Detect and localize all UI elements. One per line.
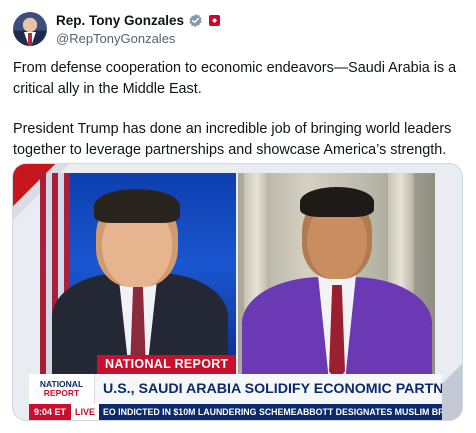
news-ticker: 9:04 ET LIVE EO INDICTED IN $10M LAUNDER… xyxy=(29,404,442,420)
logo-text-line-2: REPORT xyxy=(43,388,80,398)
network-logo: NATIONAL REPORT xyxy=(29,374,95,404)
broadcast-time: 9:04 ET xyxy=(29,404,72,420)
avatar-tie xyxy=(28,33,32,46)
news-lower-third: NATIONAL REPORT NATIONAL REPORT U.S., SA… xyxy=(13,355,462,420)
anchor-video-panel xyxy=(40,173,236,377)
author-display-name[interactable]: Rep. Tony Gonzales xyxy=(56,13,184,28)
tweet-paragraph: President Trump has done an incredible j… xyxy=(13,121,452,158)
headline-chyron: U.S., SAUDI ARABIA SOLIDIFY ECONOMIC PAR… xyxy=(95,374,442,404)
guest-hair xyxy=(300,187,374,217)
guest-video-panel xyxy=(238,173,435,377)
author-handle[interactable]: @RepTonyGonzales xyxy=(56,31,175,46)
author-name-row: Rep. Tony Gonzales xyxy=(56,13,221,28)
verified-badge-icon xyxy=(189,13,202,28)
author-avatar[interactable] xyxy=(13,12,47,46)
tweet-header: Rep. Tony Gonzales @RepTonyGonzales xyxy=(13,12,463,48)
live-badge: LIVE xyxy=(71,404,100,420)
ticker-item: ABBOTT DESIGNATES MUSLIM BROTHERHOO xyxy=(296,407,442,417)
anchor-hair xyxy=(94,189,180,223)
tweet-paragraph: From defense cooperation to economic end… xyxy=(13,60,457,97)
video-media[interactable]: NATIONAL REPORT NATIONAL REPORT U.S., SA… xyxy=(12,163,463,421)
ticker-item: EO INDICTED IN $10M LAUNDERING SCHEME xyxy=(103,407,297,417)
government-flag-icon xyxy=(209,15,221,26)
segment-label: NATIONAL REPORT xyxy=(97,355,237,374)
tweet-body: From defense cooperation to economic end… xyxy=(13,58,465,160)
